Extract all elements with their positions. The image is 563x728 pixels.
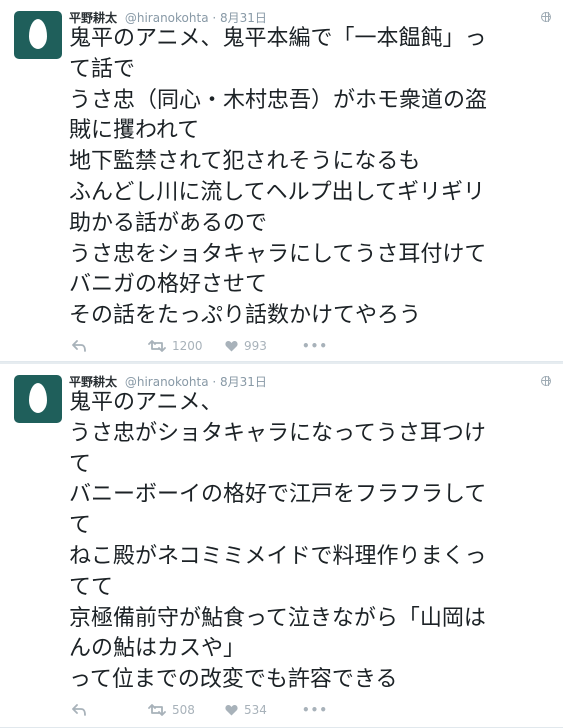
- tweet-line: 京極備前守が鮎食って泣きながら「山岡は: [69, 605, 486, 631]
- reply-button[interactable]: [72, 702, 86, 718]
- retweet-count: 508: [172, 703, 195, 717]
- separator: ·: [212, 11, 217, 25]
- more-icon: •••: [302, 703, 329, 717]
- reply-icon: [72, 340, 86, 352]
- tweet-text: 鬼平のアニメ、 うさ忠がショタキャラになってうさ耳つけ て バニーボーイの格好で…: [69, 388, 559, 696]
- egg-icon: [29, 383, 47, 413]
- avatar[interactable]: [14, 375, 62, 423]
- tweet-line: うさ忠をショタキャラにしてうさ耳付けて: [69, 241, 487, 267]
- retweet-button[interactable]: 508: [148, 702, 195, 718]
- tweet-line: バニーボーイの格好で江戸をフラフラして: [69, 482, 487, 508]
- reply-icon: [72, 704, 86, 716]
- avatar[interactable]: [14, 11, 62, 59]
- tweet-line: うさ忠（同心・木村忠吾）がホモ衆道の盗: [69, 87, 488, 113]
- tweet-text: 鬼平のアニメ、鬼平本編で「一本饂飩」っ て話で うさ忠（同心・木村忠吾）がホモ衆…: [69, 24, 559, 332]
- display-name[interactable]: 平野耕太: [69, 375, 117, 389]
- tweet-line: 地下監禁されて犯されそうになるも: [69, 149, 421, 175]
- separator: ·: [212, 375, 217, 389]
- heart-icon: [225, 341, 238, 352]
- tweet-line: んの鮎はカスや」: [69, 636, 246, 662]
- timestamp[interactable]: 8月31日: [220, 375, 267, 389]
- tweet-line: うさ忠がショタキャラになってうさ耳つけ: [69, 420, 486, 446]
- tweet-line: ふんどし川に流してヘルプ出してギリギリ: [69, 179, 486, 205]
- tweet-line: ねこ殿がネコミミメイドで料理作りまくっ: [69, 543, 487, 569]
- tweet-line: って位までの改変でも許容できる: [69, 667, 398, 693]
- timestamp[interactable]: 8月31日: [220, 11, 267, 25]
- retweet-icon: [148, 340, 166, 352]
- tweet-line: その話をたっぷり話数かけてやろう: [69, 303, 422, 329]
- tweet-line: て話で: [69, 56, 136, 82]
- tweet-line: て: [69, 451, 92, 477]
- heart-icon: [225, 705, 238, 716]
- like-button[interactable]: 534: [225, 702, 267, 718]
- tweet-line: 鬼平のアニメ、鬼平本編で「一本饂飩」っ: [69, 26, 487, 51]
- username[interactable]: @hiranokohta: [125, 375, 209, 389]
- tweet-line: 賊に攫われて: [69, 118, 200, 144]
- display-name[interactable]: 平野耕太: [69, 11, 117, 25]
- tweet-line: 助かる話があるので: [69, 210, 268, 236]
- tweet-card[interactable]: 平野耕太 @hiranokohta · 8月31日 鬼平のアニメ、鬼平本編で「一…: [0, 0, 563, 362]
- like-count: 534: [244, 703, 267, 717]
- retweet-icon: [148, 704, 166, 716]
- more-icon: •••: [302, 339, 329, 353]
- globe-icon: [541, 376, 551, 386]
- more-button[interactable]: •••: [302, 338, 328, 354]
- globe-icon: [541, 12, 551, 22]
- more-button[interactable]: •••: [302, 702, 328, 718]
- reply-button[interactable]: [72, 338, 86, 354]
- tweet-line: バニガの格好させて: [69, 272, 268, 298]
- retweet-button[interactable]: 1200: [148, 338, 203, 354]
- username[interactable]: @hiranokohta: [125, 11, 209, 25]
- like-count: 993: [244, 339, 267, 353]
- egg-icon: [29, 19, 47, 49]
- like-button[interactable]: 993: [225, 338, 267, 354]
- tweet-line: てて: [69, 574, 114, 600]
- tweet-line: 鬼平のアニメ、: [69, 390, 223, 415]
- retweet-count: 1200: [172, 339, 203, 353]
- tweet-line: て: [69, 513, 92, 539]
- tweet-card[interactable]: 平野耕太 @hiranokohta · 8月31日 鬼平のアニメ、 うさ忠がショ…: [0, 364, 563, 728]
